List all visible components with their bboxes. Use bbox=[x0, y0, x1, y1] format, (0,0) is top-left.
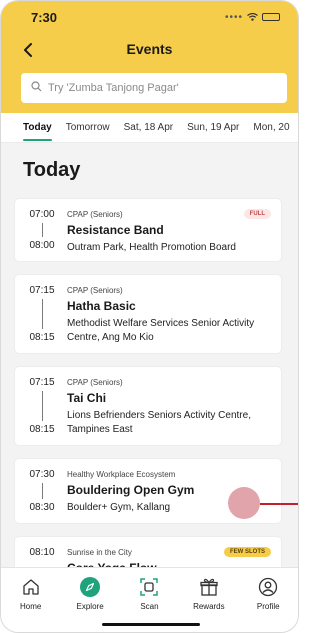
tab-sat-18-apr[interactable]: Sat, 18 Apr bbox=[124, 113, 173, 142]
header: 7:30 •••• Events bbox=[1, 1, 298, 113]
time-divider bbox=[41, 223, 43, 237]
search-icon bbox=[31, 79, 42, 97]
nav-label: Explore bbox=[76, 602, 104, 611]
event-venue: Methodist Welfare Services Senior Activi… bbox=[67, 318, 255, 343]
page-title: Events bbox=[126, 41, 173, 57]
time-divider bbox=[41, 483, 43, 499]
event-venue: Lions Befrienders Seniors Activity Centr… bbox=[67, 410, 251, 435]
start-time: 07:15 bbox=[29, 377, 55, 388]
nav-label: Profile bbox=[256, 602, 280, 611]
battery-icon bbox=[262, 13, 280, 21]
time-range: 07:30 08:30 bbox=[25, 469, 59, 513]
event-list: 07:00 08:00 CPAP (Seniors) Resistance Ba… bbox=[15, 199, 281, 597]
nav-label: Scan bbox=[140, 602, 159, 611]
end-time: 08:15 bbox=[29, 332, 55, 343]
compass-icon bbox=[79, 576, 101, 598]
gift-icon bbox=[198, 576, 220, 598]
profile-icon bbox=[257, 576, 279, 598]
event-card[interactable]: 07:00 08:00 CPAP (Seniors) Resistance Ba… bbox=[15, 199, 281, 261]
end-time: 08:00 bbox=[29, 240, 55, 251]
chevron-left-icon bbox=[24, 43, 32, 57]
status-bar: 7:30 •••• bbox=[1, 1, 298, 33]
event-venue: Outram Park, Health Promotion Board bbox=[67, 242, 236, 253]
time-range: 07:00 08:00 bbox=[25, 209, 59, 251]
time-range: 07:15 08:15 bbox=[25, 285, 59, 343]
status-badge: FULL bbox=[243, 209, 271, 219]
search-bar[interactable] bbox=[21, 73, 287, 103]
wifi-icon bbox=[247, 13, 258, 21]
event-details: CPAP (Seniors) Tai Chi Lions Befrienders… bbox=[67, 377, 271, 435]
touch-indicator-line bbox=[260, 503, 298, 505]
touch-indicator bbox=[228, 487, 260, 519]
status-time: 7:30 bbox=[31, 9, 58, 25]
status-badge: FEW SLOTS bbox=[224, 547, 271, 557]
event-card[interactable]: 07:15 08:15 CPAP (Seniors) Tai Chi Lions… bbox=[15, 367, 281, 445]
event-category: Healthy Workplace Ecosystem bbox=[67, 470, 176, 479]
home-indicator bbox=[102, 623, 200, 626]
signal-dots-icon: •••• bbox=[224, 11, 243, 23]
nav-home[interactable]: Home bbox=[3, 576, 59, 632]
event-details: CPAP (Seniors) Resistance Band Outram Pa… bbox=[67, 209, 271, 253]
event-category: CPAP (Seniors) bbox=[67, 210, 123, 219]
event-category: CPAP (Seniors) bbox=[67, 286, 123, 295]
start-time: 07:30 bbox=[29, 469, 55, 480]
phone-screen: 7:30 •••• Events Try 'Zumba Tanjong Paga… bbox=[0, 0, 299, 633]
time-range: 07:15 08:15 bbox=[25, 377, 59, 435]
back-button[interactable] bbox=[17, 39, 39, 61]
tab-today[interactable]: Today bbox=[23, 113, 52, 142]
date-tabs: Today Tomorrow Sat, 18 Apr Sun, 19 Apr M… bbox=[1, 113, 298, 143]
end-time: 08:15 bbox=[29, 424, 55, 435]
nav-label: Rewards bbox=[193, 602, 225, 611]
end-time: 08:30 bbox=[29, 502, 55, 513]
tab-sun-19-apr[interactable]: Sun, 19 Apr bbox=[187, 113, 239, 142]
event-title: Hatha Basic bbox=[67, 299, 136, 313]
tab-tomorrow[interactable]: Tomorrow bbox=[66, 113, 110, 142]
start-time: 08:10 bbox=[29, 547, 55, 558]
start-time: 07:00 bbox=[29, 209, 55, 220]
nav-bar: Events bbox=[1, 35, 298, 63]
event-title: Resistance Band bbox=[67, 223, 164, 237]
scan-icon bbox=[138, 576, 160, 598]
event-title: Tai Chi bbox=[67, 391, 107, 405]
event-details: CPAP (Seniors) Hatha Basic Methodist Wel… bbox=[67, 285, 271, 343]
tab-mon-20[interactable]: Mon, 20 bbox=[253, 113, 289, 142]
status-icons: •••• bbox=[225, 12, 280, 23]
start-time: 07:15 bbox=[29, 285, 55, 296]
section-title: Today bbox=[23, 159, 81, 181]
event-category: CPAP (Seniors) bbox=[67, 378, 123, 387]
time-divider bbox=[41, 299, 43, 329]
nav-label: Home bbox=[20, 602, 42, 611]
event-card[interactable]: 07:15 08:15 CPAP (Seniors) Hatha Basic M… bbox=[15, 275, 281, 353]
search-input[interactable] bbox=[48, 82, 268, 94]
home-icon bbox=[20, 576, 42, 598]
time-divider bbox=[41, 391, 43, 421]
nav-profile[interactable]: Profile bbox=[240, 576, 296, 632]
